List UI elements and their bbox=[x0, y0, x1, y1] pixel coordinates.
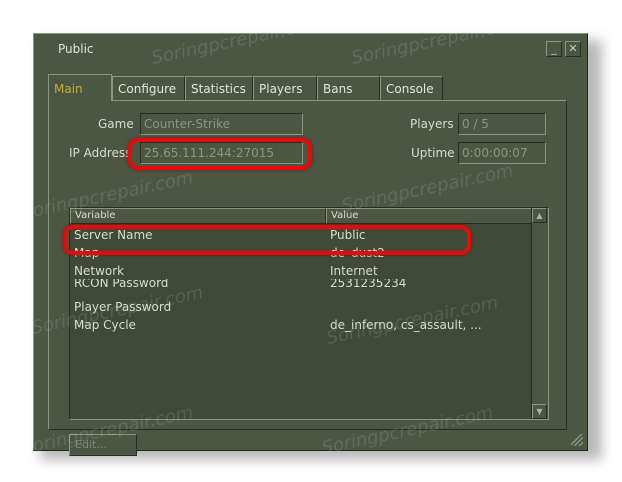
tab-configure[interactable]: Configure bbox=[112, 76, 185, 100]
close-button[interactable]: ✕ bbox=[565, 41, 581, 57]
scroll-up-icon[interactable]: ▲ bbox=[532, 208, 547, 223]
tab-statistics[interactable]: Statistics bbox=[185, 76, 253, 100]
vertical-scrollbar[interactable]: ▲ ▼ bbox=[531, 208, 548, 419]
tab-main[interactable]: Main bbox=[48, 74, 112, 101]
value-cell: 2531235234 bbox=[330, 279, 407, 290]
minimize-button[interactable]: _ bbox=[546, 41, 562, 57]
column-variable[interactable]: Variable bbox=[70, 208, 326, 224]
value-cell: Internet bbox=[330, 264, 378, 278]
window-title: Public bbox=[58, 42, 94, 56]
ip-address-label: IP Address bbox=[69, 146, 132, 160]
network-highlight-annotation bbox=[63, 225, 471, 255]
list-header: Variable Value bbox=[70, 208, 533, 224]
tab-players[interactable]: Players bbox=[253, 76, 317, 100]
uptime-label: Uptime bbox=[411, 146, 455, 160]
resize-grip-icon[interactable] bbox=[571, 434, 583, 446]
uptime-field[interactable]: 0:00:00:07 bbox=[458, 142, 546, 164]
game-label: Game bbox=[98, 117, 134, 131]
game-field[interactable]: Counter-Strike bbox=[140, 113, 303, 135]
players-label: Players bbox=[410, 117, 454, 131]
list-item[interactable]: RCON Password 2531235234 bbox=[74, 279, 529, 293]
ip-highlight-annotation bbox=[128, 138, 312, 170]
variable-cell: RCON Password bbox=[74, 279, 169, 290]
scroll-down-icon[interactable]: ▼ bbox=[532, 404, 547, 419]
players-field[interactable]: 0 / 5 bbox=[458, 113, 546, 135]
tab-console[interactable]: Console bbox=[380, 76, 443, 100]
variable-cell: Network bbox=[74, 264, 125, 278]
tab-bans[interactable]: Bans bbox=[317, 76, 380, 100]
